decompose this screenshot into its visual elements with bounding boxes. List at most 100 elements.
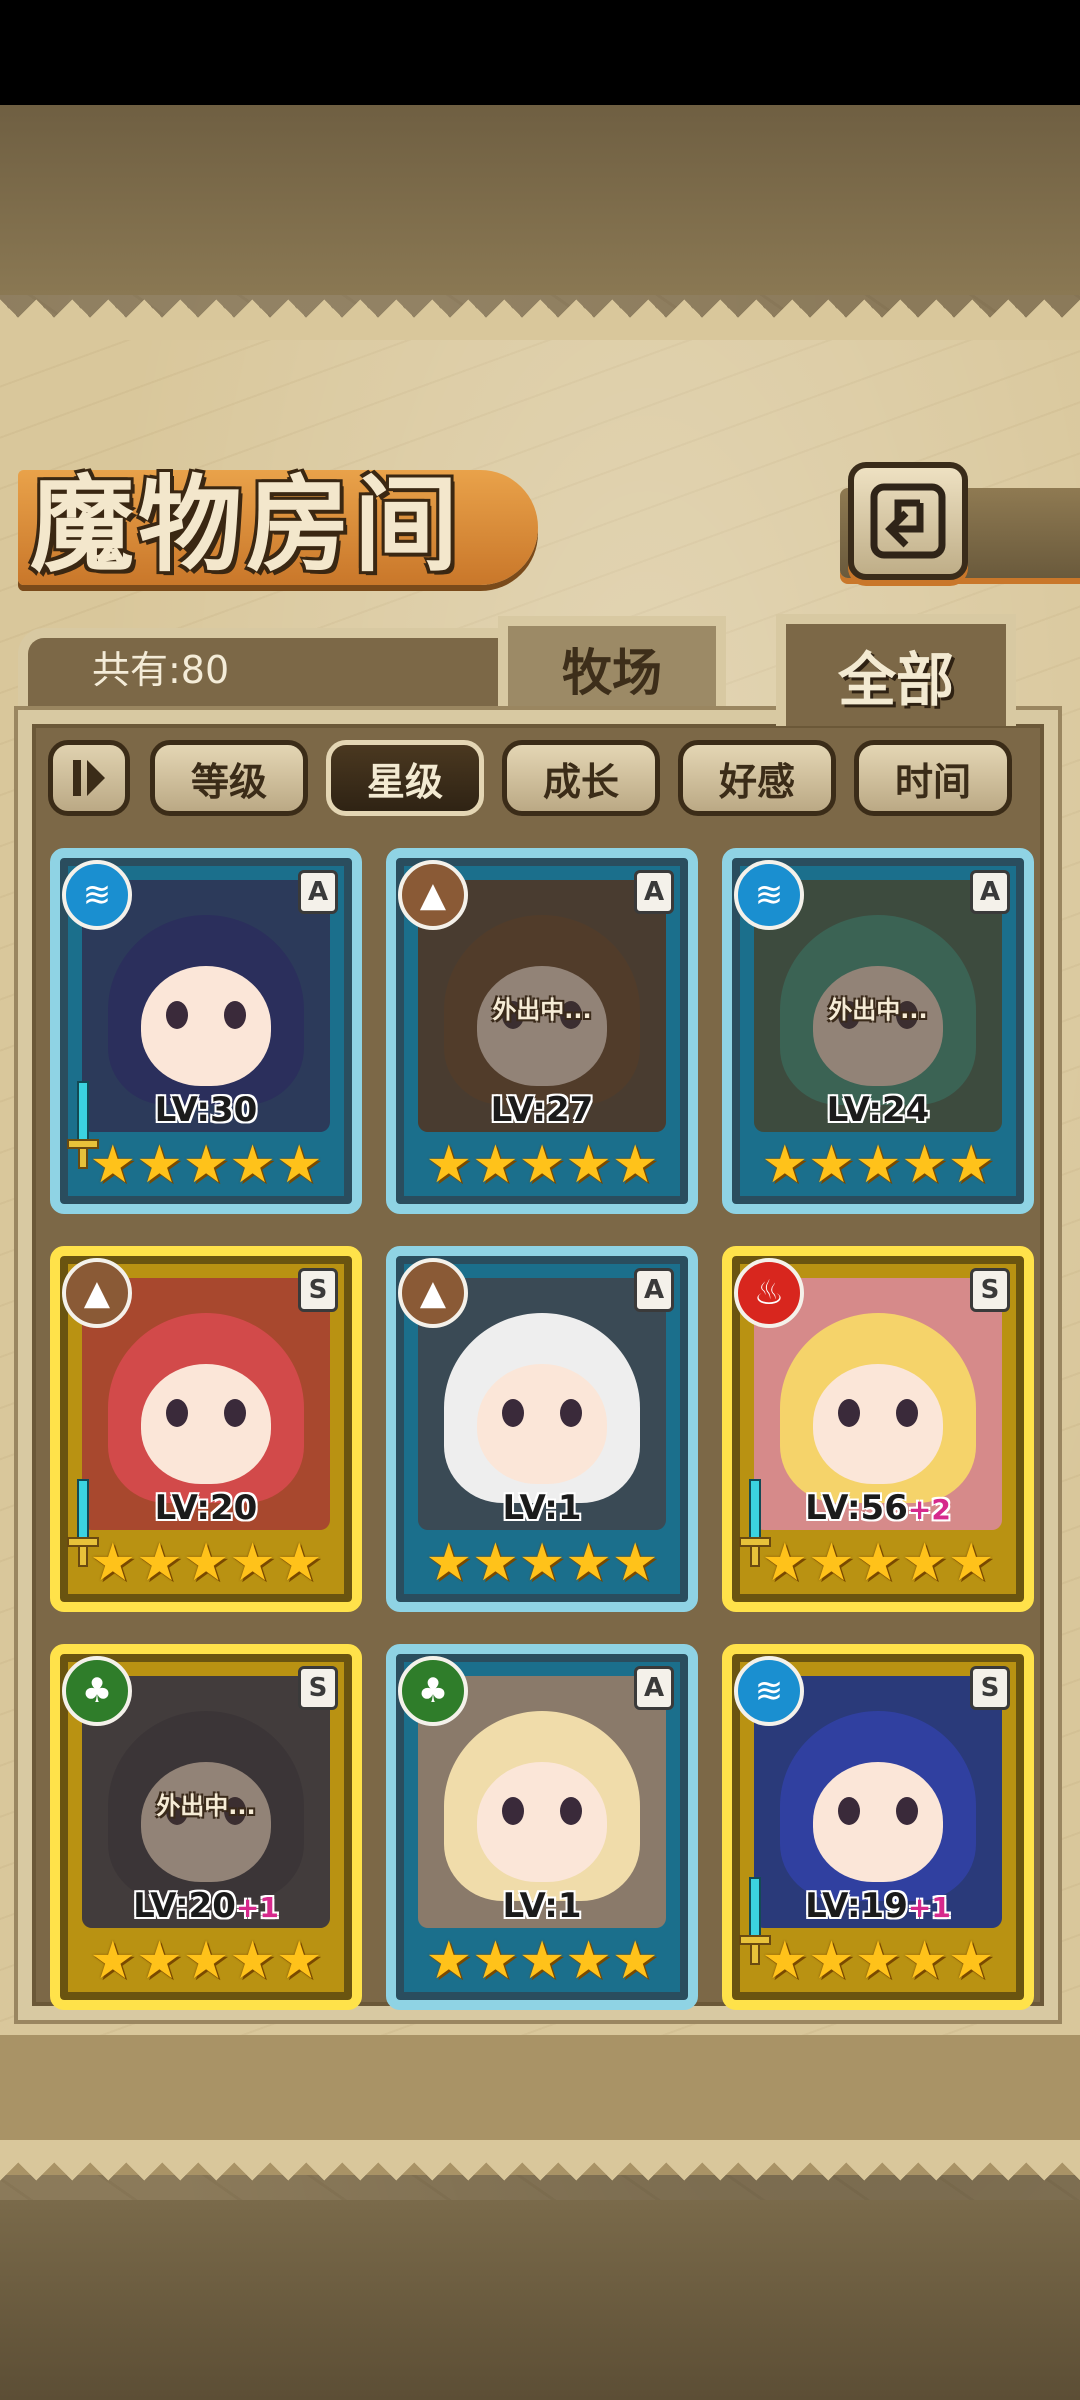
rank-badge: S: [970, 1666, 1010, 1710]
wood-icon: ♣: [398, 1656, 468, 1726]
monster-eye: [896, 1796, 918, 1825]
monster-eye: [502, 1796, 524, 1825]
monster-card[interactable]: ▲ A 外出中... LV:27 ★★★★★: [386, 848, 698, 1214]
torn-edge-bottom: [0, 2140, 1080, 2185]
monster-card[interactable]: ≋ A 外出中... LV:24 ★★★★★: [722, 848, 1034, 1214]
monster-face: [141, 965, 271, 1086]
back-button[interactable]: [848, 462, 968, 580]
star-rating: ★★★★★: [425, 1931, 659, 1991]
rank-badge: A: [970, 870, 1010, 914]
rank-badge: S: [970, 1268, 1010, 1312]
rank-badge: S: [298, 1268, 338, 1312]
star-rating: ★★★★★: [761, 1931, 995, 1991]
level-bonus: +1: [907, 1891, 951, 1924]
earth-icon: ▲: [398, 860, 468, 930]
monster-card[interactable]: ▲ S LV:20 ★★★★★: [50, 1246, 362, 1612]
monster-face: [477, 965, 607, 1086]
sort-growth-button[interactable]: 成长: [502, 740, 660, 816]
monster-level: LV:27: [396, 1090, 688, 1130]
away-status: 外出中...: [492, 996, 592, 1024]
level-value: LV:30: [154, 1090, 258, 1130]
rank-badge: S: [298, 1666, 338, 1710]
away-status: 外出中...: [156, 1792, 256, 1820]
star-rating: ★★★★★: [761, 1135, 995, 1195]
monster-count: 共有:80: [92, 648, 230, 692]
page-title: 魔物房间: [30, 463, 463, 586]
earth-icon: ▲: [398, 1258, 468, 1328]
map-background-top: [0, 105, 1080, 295]
monster-eye: [502, 1398, 524, 1427]
wood-icon: ♣: [62, 1656, 132, 1726]
sort-time-button[interactable]: 时间: [854, 740, 1012, 816]
level-value: LV:1: [502, 1886, 582, 1926]
monster-eye: [166, 1000, 188, 1029]
monster-level: LV:1: [396, 1488, 688, 1528]
level-value: LV:20: [154, 1488, 258, 1528]
level-value: LV:1: [502, 1488, 582, 1528]
monster-eye: [838, 1796, 860, 1825]
monster-eye: [896, 1398, 918, 1427]
sort-star-button[interactable]: 星级: [326, 740, 484, 816]
monster-face: [141, 1761, 271, 1882]
monster-level: LV:24: [732, 1090, 1024, 1130]
rank-badge: A: [298, 870, 338, 914]
level-bonus: +1: [235, 1891, 279, 1924]
monster-level: LV:56+2: [732, 1488, 1024, 1528]
monster-level: LV:1: [396, 1886, 688, 1926]
star-rating: ★★★★★: [89, 1135, 323, 1195]
away-status: 外出中...: [828, 996, 928, 1024]
monster-card[interactable]: ≋ A LV:30 ★★★★★: [50, 848, 362, 1214]
sort-order-toggle[interactable]: [48, 740, 130, 816]
monster-eye: [224, 1000, 246, 1029]
fire-icon: ♨: [734, 1258, 804, 1328]
tab-farm[interactable]: 牧场: [498, 616, 726, 712]
monster-face: [813, 1761, 943, 1882]
water-icon: ≋: [734, 860, 804, 930]
status-bar: [0, 0, 1080, 105]
monster-face: [813, 965, 943, 1086]
monster-face: [477, 1761, 607, 1882]
star-rating: ★★★★★: [89, 1931, 323, 1991]
monster-eye: [560, 1796, 582, 1825]
level-bonus: +2: [907, 1493, 951, 1526]
earth-icon: ▲: [62, 1258, 132, 1328]
star-rating: ★★★★★: [425, 1533, 659, 1593]
monster-level: LV:20+1: [60, 1886, 352, 1926]
level-value: LV:24: [826, 1090, 930, 1130]
back-arrow-icon: [870, 483, 946, 559]
water-icon: ≋: [62, 860, 132, 930]
monster-eye: [166, 1398, 188, 1427]
monster-face: [477, 1363, 607, 1484]
monster-card[interactable]: ▲ A LV:1 ★★★★★: [386, 1246, 698, 1612]
monster-eye: [224, 1398, 246, 1427]
star-rating: ★★★★★: [89, 1533, 323, 1593]
level-value: LV:19: [805, 1886, 908, 1926]
torn-edge-top: [0, 295, 1080, 340]
monster-card[interactable]: ♣ S 外出中... LV:20+1 ★★★★★: [50, 1644, 362, 2010]
star-rating: ★★★★★: [761, 1533, 995, 1593]
level-value: LV:27: [490, 1090, 594, 1130]
level-value: LV:56: [805, 1488, 908, 1528]
monster-face: [813, 1363, 943, 1484]
rank-badge: A: [634, 1666, 674, 1710]
monster-eye: [560, 1398, 582, 1427]
monster-eye: [838, 1398, 860, 1427]
monster-card[interactable]: ♨ S LV:56+2 ★★★★★: [722, 1246, 1034, 1612]
sort-level-button[interactable]: 等级: [150, 740, 308, 816]
rank-badge: A: [634, 870, 674, 914]
map-background-bottom: [0, 2200, 1080, 2400]
sort-bar: 等级 星级 成长 好感 时间: [48, 740, 1018, 816]
monster-level: LV:19+1: [732, 1886, 1024, 1926]
level-value: LV:20: [133, 1886, 236, 1926]
water-icon: ≋: [734, 1656, 804, 1726]
monster-level: LV:20: [60, 1488, 352, 1528]
tab-all[interactable]: 全部: [776, 614, 1016, 726]
monster-card[interactable]: ≋ S LV:19+1 ★★★★★: [722, 1644, 1034, 2010]
star-rating: ★★★★★: [425, 1135, 659, 1195]
sort-order-icon: [73, 760, 105, 796]
rank-badge: A: [634, 1268, 674, 1312]
monster-level: LV:30: [60, 1090, 352, 1130]
monster-face: [141, 1363, 271, 1484]
sort-affection-button[interactable]: 好感: [678, 740, 836, 816]
monster-card[interactable]: ♣ A LV:1 ★★★★★: [386, 1644, 698, 2010]
